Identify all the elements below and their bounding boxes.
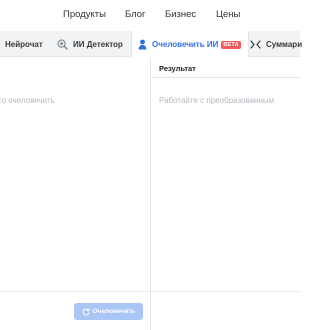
nav-link-prices[interactable]: Цены — [216, 9, 240, 20]
text-input-area[interactable]: то очеловечить — [0, 58, 151, 290]
person-icon — [138, 39, 147, 50]
tool-tabs: Нейрочат ИИ Детектор Очеловечить ИИ BETA — [0, 31, 302, 58]
humanize-button-label: Очеловечить — [92, 308, 136, 315]
compress-arrows-icon — [250, 39, 261, 50]
nav-link-products[interactable]: Продукты — [63, 9, 106, 20]
tab-humanize-ai[interactable]: Очеловечить ИИ BETA — [131, 31, 249, 58]
top-navigation: Продукты Блог Бизнес Цены — [0, 0, 300, 30]
tab-label: Нейрочат — [5, 39, 43, 49]
result-title: Результат — [159, 64, 196, 73]
result-header: Результат — [152, 58, 300, 78]
result-placeholder: Работайте с преобразованным — [159, 96, 275, 105]
nav-link-blog[interactable]: Блог — [125, 9, 146, 20]
magnifier-ai-icon — [57, 39, 68, 50]
input-placeholder: то очеловечить — [0, 96, 55, 105]
tab-neurochat[interactable]: Нейрочат — [5, 31, 43, 57]
tab-label: Очеловечить ИИ — [152, 40, 219, 49]
beta-badge: BETA — [221, 40, 241, 49]
refresh-icon — [82, 307, 90, 316]
tab-label: Суммари — [266, 39, 303, 49]
tab-summary[interactable]: Суммари — [250, 31, 302, 57]
result-panel: Результат Работайте с преобразованным — [152, 58, 300, 330]
input-panel: то очеловечить — [0, 58, 151, 330]
humanize-button[interactable]: Очеловечить — [74, 303, 143, 320]
tab-ai-detector[interactable]: ИИ Детектор — [57, 31, 123, 57]
divider — [0, 291, 300, 292]
nav-link-business[interactable]: Бизнес — [165, 9, 196, 20]
tab-label: ИИ Детектор — [73, 39, 123, 49]
